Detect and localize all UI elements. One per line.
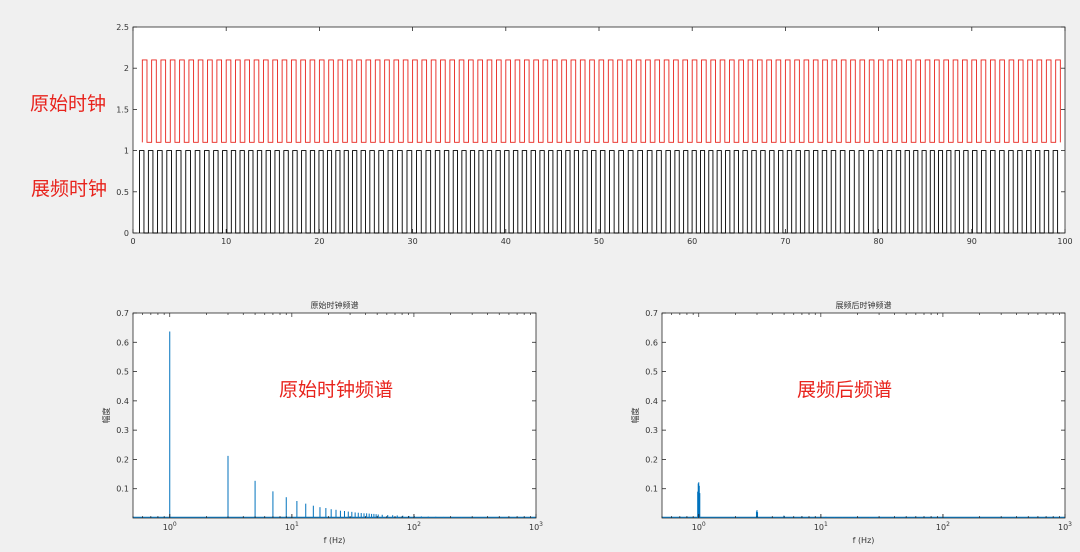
- x-tick-label: 90: [967, 237, 977, 246]
- x-tick-label: 103: [1058, 521, 1072, 532]
- x-tick-label: 100: [163, 521, 177, 532]
- y-tick-label: 0.7: [645, 309, 658, 318]
- y-tick-label: 2.5: [116, 23, 129, 32]
- x-tick-label: 70: [780, 237, 790, 246]
- x-tick-label: 80: [874, 237, 884, 246]
- original-spectrum-annotation: 原始时钟频谱: [279, 379, 393, 401]
- x-tick-label: 100: [1057, 237, 1072, 246]
- x-tick-label: 103: [529, 521, 543, 532]
- y-tick-label: 0.7: [116, 309, 129, 318]
- y-tick-label: 0.5: [116, 188, 129, 197]
- x-tick-label: 0: [130, 237, 135, 246]
- y-tick-label: 0: [124, 229, 129, 238]
- spread-spectrum-annotation: 展频后频谱: [797, 379, 892, 401]
- y-tick-label: 0.2: [116, 455, 129, 464]
- original-clock-annotation: 原始时钟: [30, 93, 106, 115]
- x-tick-label: 102: [407, 521, 421, 532]
- spectrum-title: 原始时钟频谱: [311, 300, 359, 310]
- x-tick-label: 101: [285, 521, 299, 532]
- x-tick-label: 10: [221, 237, 231, 246]
- y-tick-label: 0.1: [116, 485, 129, 494]
- y-axis-label: 幅度: [630, 408, 640, 424]
- x-tick-label: 101: [814, 521, 828, 532]
- y-tick-label: 0.3: [645, 426, 658, 435]
- y-tick-label: 0.2: [645, 455, 658, 464]
- spread-spectrum-plot: 展频后时钟频谱 100 101 102 103 0.1 0.2 0.3 0.4 0.5 0.6 0.7…: [630, 300, 1072, 545]
- time-domain-plot: 0 10 20 30 40 50 60 70 80 90 100 0 0.5 1 1.5 2 2.5: [116, 23, 1072, 246]
- spectrum-frame: [132, 312, 537, 519]
- figure-canvas: 0 10 20 30 40 50 60 70 80 90 100 0 0.5 1 1.5 2 2.5 原始时钟频…: [30, 23, 1073, 545]
- spectrum-title: 展频后时钟频谱: [836, 300, 892, 310]
- y-tick-label: 1.5: [116, 105, 129, 114]
- figure-window: 0 10 20 30 40 50 60 70 80 90 100 0 0.5 1 1.5 2 2.5 原始时钟频…: [0, 0, 1080, 552]
- x-tick-label: 20: [314, 237, 324, 246]
- x-tick-label: 40: [501, 237, 511, 246]
- y-tick-label: 0.3: [116, 426, 129, 435]
- y-tick-label: 1: [124, 147, 129, 156]
- y-tick-label: 0.4: [645, 397, 658, 406]
- spectrum-frame: [661, 312, 1066, 519]
- x-tick-label: 30: [408, 237, 418, 246]
- x-axis-label: f (Hz): [853, 536, 875, 545]
- y-axis-label: 幅度: [101, 408, 111, 424]
- spread-clock-annotation: 展频时钟: [31, 178, 107, 200]
- y-tick-label: 0.5: [116, 368, 129, 377]
- x-axis-label: f (Hz): [324, 536, 346, 545]
- y-tick-label: 0.6: [645, 338, 658, 347]
- y-tick-label: 0.1: [645, 485, 658, 494]
- original-spectrum-plot: 原始时钟频谱 100 101 102 103 0.1 0.2 0.3 0.4 0.5 0.6 0.7 f…: [101, 300, 543, 545]
- x-tick-label: 50: [594, 237, 604, 246]
- x-tick-label: 102: [936, 521, 950, 532]
- y-tick-label: 0.4: [116, 397, 129, 406]
- y-tick-label: 2: [124, 64, 129, 73]
- x-tick-label: 60: [687, 237, 697, 246]
- y-tick-label: 0.5: [645, 368, 658, 377]
- y-tick-label: 0.6: [116, 338, 129, 347]
- x-tick-label: 100: [692, 521, 706, 532]
